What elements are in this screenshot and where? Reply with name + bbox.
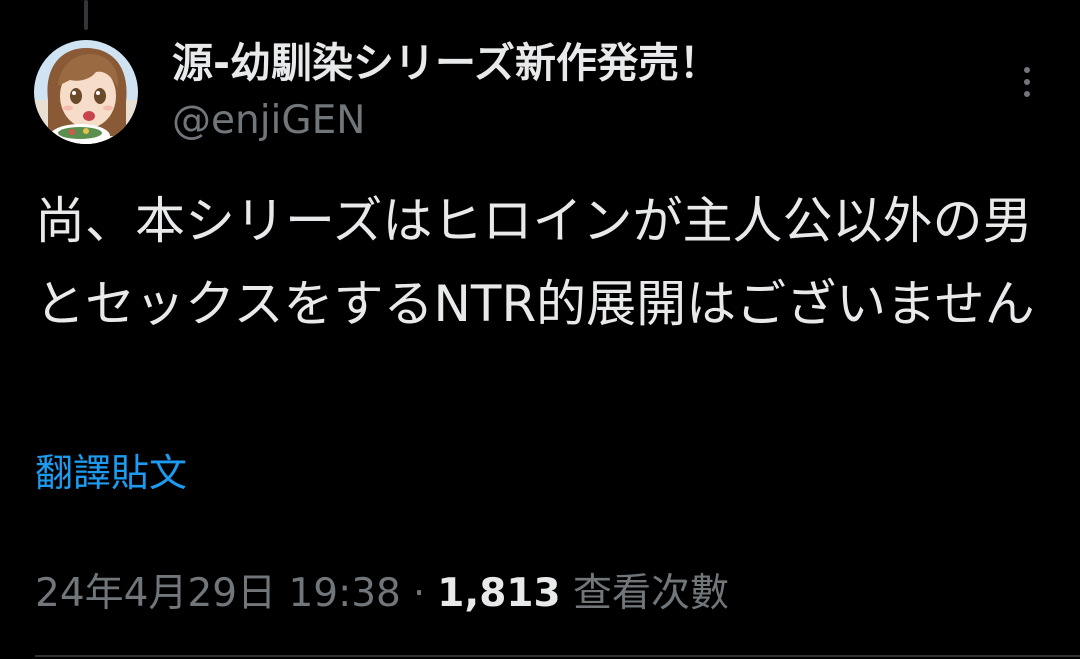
views-label: 查看次數 [573,571,730,616]
views[interactable]: 1,813 查看次數 [437,567,729,621]
thread-connector-line [84,0,88,30]
author-handle[interactable]: @enjiGEN [172,96,365,146]
more-vertical-icon [1024,67,1030,73]
meta-separator: · [412,571,426,616]
tweet-meta: 24年4月29日 19:38 · 1,813 查看次數 [35,567,729,621]
tweet-text: 尚、本シリーズはヒロインが主人公以外の男とセックスをするNTR的展開はございませ… [35,192,1035,333]
divider [35,655,1080,657]
more-vertical-icon-dot [1024,79,1030,85]
more-options-button[interactable] [1010,60,1044,104]
author-display-name[interactable]: 源-幼馴染シリーズ新作発売！ [172,36,720,90]
tweet-detail: 源-幼馴染シリーズ新作発売！ @enjiGEN 尚、本シリーズはヒロインが主人公… [0,0,1080,659]
more-vertical-icon-dot [1024,91,1030,97]
anime-girl-avatar-icon [34,40,138,144]
views-count: 1,813 [437,571,561,616]
avatar[interactable] [34,40,138,144]
translate-post-link[interactable]: 翻譯貼文 [35,447,187,499]
tweet-timestamp[interactable]: 24年4月29日 19:38 [35,567,401,621]
